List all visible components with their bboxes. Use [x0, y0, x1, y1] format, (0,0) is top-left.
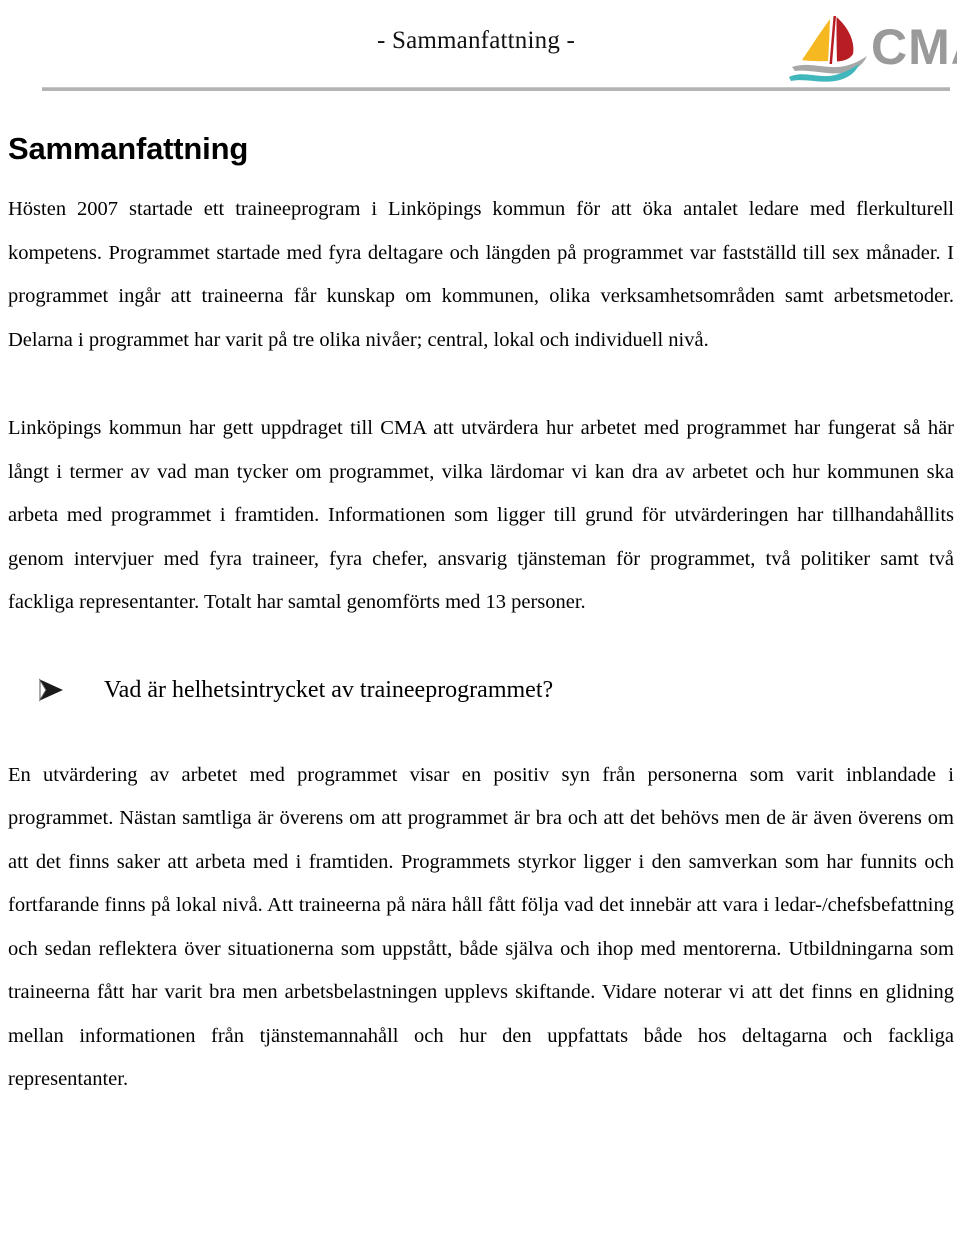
- question-heading: Vad är helhetsintrycket av traineeprogra…: [8, 670, 954, 710]
- paragraph-answer: En utvärdering av arbetet med programmet…: [8, 763, 954, 1091]
- page-header: - Sammanfattning - CMA: [0, 0, 960, 92]
- header-running-title: - Sammanfattning -: [377, 27, 575, 54]
- cma-wordmark: CMA: [871, 19, 957, 75]
- cma-logo: CMA: [775, 12, 957, 84]
- question-heading-text: Vad är helhetsintrycket av traineeprogra…: [104, 676, 554, 703]
- paragraph-assignment: Linköpings kommun har gett uppdraget til…: [8, 417, 954, 613]
- header-divider: [42, 87, 950, 91]
- paragraph-intro: Hösten 2007 startade ett traineeprogram …: [8, 198, 954, 351]
- page-title: Sammanfattning: [8, 131, 249, 166]
- document-content: Sammanfattning Hösten 2007 startade ett …: [8, 130, 954, 1102]
- arrow-bullet-icon: [34, 673, 68, 707]
